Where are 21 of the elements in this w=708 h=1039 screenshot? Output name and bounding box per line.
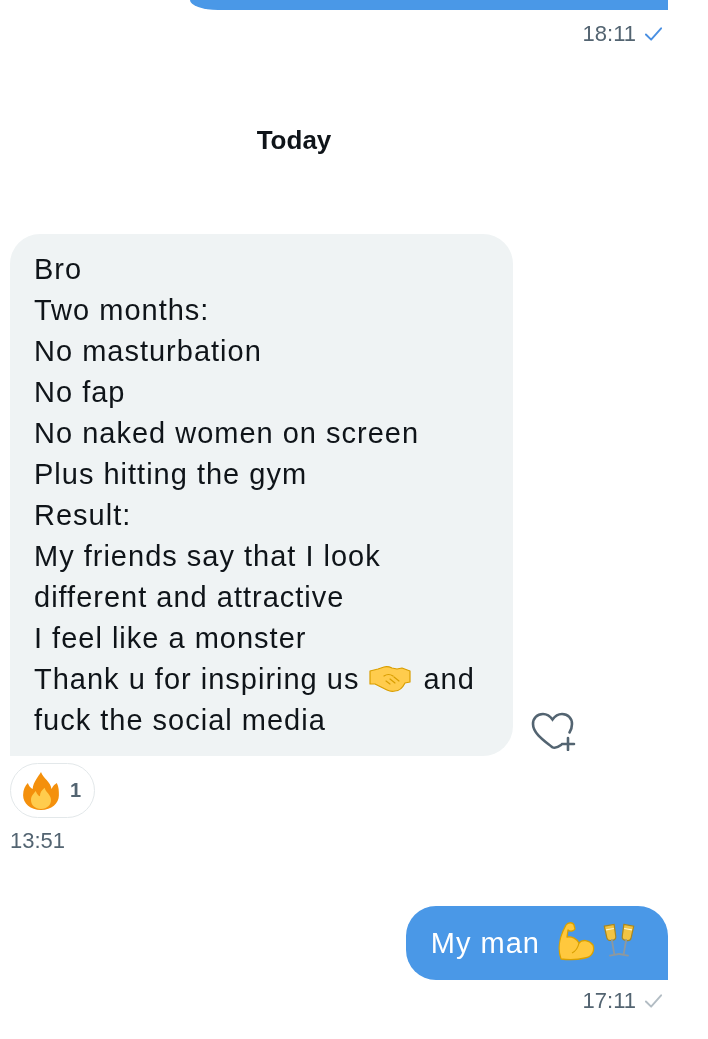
message-text: fuck the social media (34, 704, 326, 736)
message-text: Plus hitting the gym (34, 458, 308, 490)
message-text: Thank u for inspiring us (34, 663, 360, 695)
message-text: No masturbation (34, 335, 262, 367)
day-label: Today (256, 125, 332, 155)
message-text: No naked women on screen (34, 417, 420, 449)
message-text: Two months: (34, 294, 210, 326)
message-text: My friends say that I look different and attractive (34, 540, 381, 613)
message-time: 13:51 (10, 828, 66, 854)
message-text: I feel like a monster (34, 622, 307, 654)
reaction-button[interactable]: 1 (10, 763, 96, 818)
message-text: Result: (34, 499, 132, 531)
message-time: 17:11 (582, 988, 636, 1014)
message-text: My man (430, 927, 540, 959)
add-reaction-icon[interactable] (530, 711, 576, 751)
handshake-icon (369, 664, 412, 694)
message-text: Bro (34, 253, 83, 285)
message-text: No fap (34, 376, 126, 408)
fire-icon (22, 770, 60, 811)
message-text: and (423, 663, 475, 695)
message-time: 18:11 (582, 21, 636, 47)
